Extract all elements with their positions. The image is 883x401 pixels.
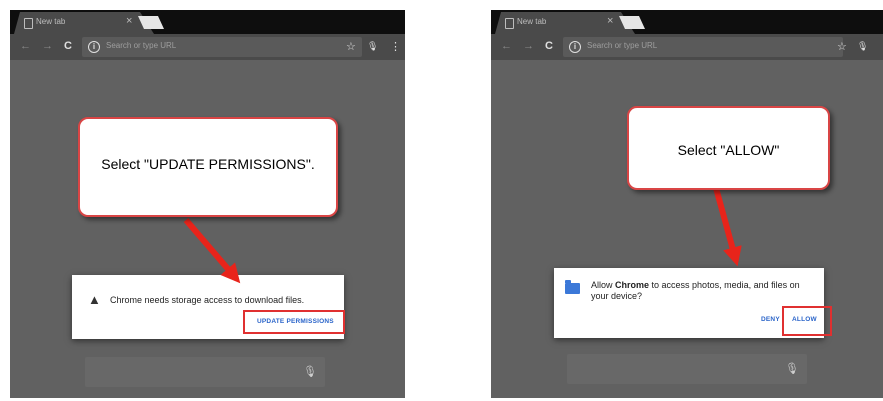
page-icon [505,18,514,29]
menu-icon[interactable]: ⋮ [390,40,401,53]
highlight-update-permissions [243,310,345,334]
forward-icon[interactable]: → [523,40,534,52]
ntp-search-box[interactable]: 🎙 [85,357,325,387]
star-icon[interactable]: ☆ [837,40,847,53]
tab-strip: New tab × [491,10,883,34]
star-icon[interactable]: ☆ [346,40,356,53]
back-icon[interactable]: ← [501,40,512,52]
browser-tab[interactable]: New tab × [14,12,154,34]
reload-icon[interactable]: C [64,40,72,52]
instruction-callout-2: Select "ALLOW" [627,106,830,190]
omnibox[interactable]: i Search or type URL [563,37,843,57]
menu-icon[interactable]: ⋮ [879,40,883,53]
info-icon[interactable]: i [88,41,100,53]
back-icon[interactable]: ← [20,40,31,52]
browser-toolbar: ← → C i Search or type URL ☆ 🎙 ⋮ [491,34,883,60]
reload-icon[interactable]: C [545,40,553,52]
info-icon[interactable]: i [569,41,581,53]
dialog-message: Allow Chrome to access photos, media, an… [591,280,816,302]
folder-icon [565,280,580,294]
dialog-text-pre: Allow [591,280,616,290]
forward-icon[interactable]: → [42,40,53,52]
omnibox-placeholder: Search or type URL [587,41,658,50]
mic-icon[interactable]: 🎙 [785,362,799,375]
omnibox[interactable]: i Search or type URL [82,37,362,57]
callout-text: Select "UPDATE PERMISSIONS". [101,156,315,172]
ntp-search-box[interactable]: 🎙 [567,354,807,384]
page-icon [24,18,33,29]
tab-strip: New tab × [10,10,405,34]
mic-icon[interactable]: 🎙 [857,41,868,52]
mic-icon[interactable]: 🎙 [367,41,378,52]
highlight-allow [782,306,832,336]
browser-toolbar: ← → C i Search or type URL ☆ 🎙 ⋮ [10,34,405,60]
deny-button[interactable]: DENY [761,316,780,323]
close-tab-icon[interactable]: × [607,15,613,27]
tab-title: New tab [517,17,547,26]
tab-title: New tab [36,17,66,26]
close-tab-icon[interactable]: × [126,15,132,27]
screenshot-panel-2: New tab × ← → C i Search or type URL ☆ 🎙… [491,10,883,398]
callout-text: Select "ALLOW" [677,142,780,158]
warning-icon: ▲ [88,292,101,307]
mic-icon[interactable]: 🎙 [303,365,317,378]
dialog-message: Chrome needs storage access to download … [110,295,305,305]
omnibox-placeholder: Search or type URL [106,41,177,50]
dialog-text-app: Chrome [615,280,650,290]
browser-tab[interactable]: New tab × [495,12,635,34]
instruction-callout-1: Select "UPDATE PERMISSIONS". [78,117,338,217]
